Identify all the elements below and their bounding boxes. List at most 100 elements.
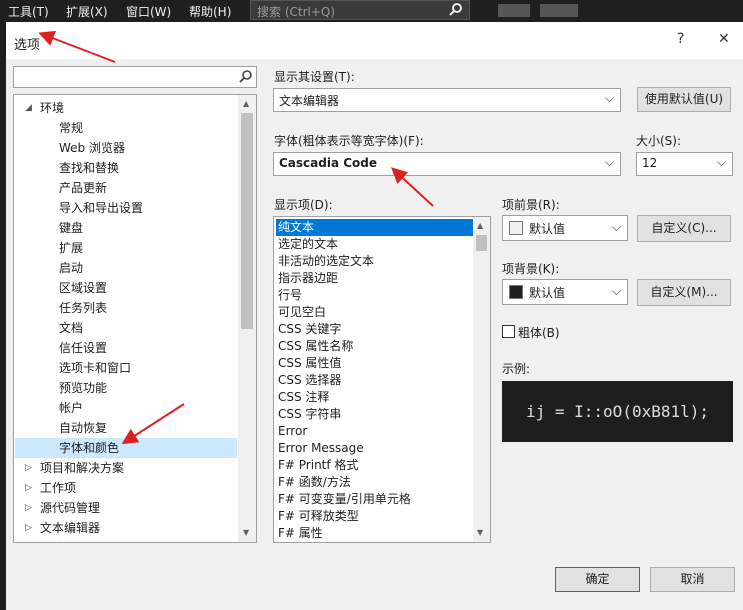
tree-item-label: 预览功能 [59, 381, 108, 395]
scroll-down-icon[interactable]: ▼ [243, 528, 249, 537]
display-item[interactable]: CSS 属性值 [276, 355, 473, 372]
cancel-button[interactable]: 取消 [650, 567, 735, 592]
tree-item[interactable]: 文档 [15, 318, 237, 338]
tree-item-label: 文档 [59, 321, 84, 335]
tree-item-label: 扩展 [59, 241, 84, 255]
tree-item[interactable]: ▷ 项目和解决方案 [15, 458, 237, 478]
foreground-value: 默认值 [529, 222, 566, 236]
tree-item[interactable]: 任务列表 [15, 298, 237, 318]
collapsed-icon[interactable]: ▷ [25, 518, 32, 538]
display-items-label: 显示项(D): [274, 198, 333, 212]
dialog-titlebar: 选项 ? ✕ [6, 22, 743, 59]
foreground-custom-button[interactable]: 自定义(C)... [637, 215, 731, 242]
display-item[interactable]: F# 属性 [276, 525, 473, 542]
tree-item-label: Web 浏览器 [59, 141, 125, 155]
tree-item[interactable]: Web 浏览器 [15, 138, 237, 158]
display-item[interactable]: 纯文本 [276, 219, 473, 236]
options-dialog: 选项 ? ✕ ◢ 环境 常规 Web 浏览器 查找和替换产品更新导入和导出设置键盘扩展启… [6, 22, 743, 610]
tree-item[interactable]: 区域设置 [15, 278, 237, 298]
display-item[interactable]: 选定的文本 [276, 236, 473, 253]
collapsed-icon[interactable]: ▷ [25, 538, 32, 542]
display-item[interactable]: 指示器边距 [276, 270, 473, 287]
menu-extensions[interactable]: 扩展(X) [66, 3, 108, 20]
chevron-down-icon: ⌵ [604, 91, 614, 105]
display-item[interactable]: 行号 [276, 287, 473, 304]
use-defaults-button[interactable]: 使用默认值(U) [637, 87, 731, 112]
tree-item-label: 源代码管理 [40, 501, 101, 515]
close-button[interactable]: ✕ [718, 31, 730, 47]
display-items-list[interactable]: 纯文本 选定的文本 非活动的选定文本 指示器边距 行号 可见空白 CSS 关键字 CSS 属性… [273, 216, 491, 543]
background-custom-button[interactable]: 自定义(M)... [637, 279, 731, 306]
tree-item[interactable]: 预览功能 [15, 378, 237, 398]
tree-item[interactable]: ▷ 源代码管理 [15, 498, 237, 518]
tree-item[interactable]: 导入和导出设置 [15, 198, 237, 218]
display-item[interactable]: Error [276, 423, 473, 440]
background-combo[interactable]: 默认值 ⌵ [502, 279, 628, 305]
tree-item[interactable]: 常规 [15, 118, 237, 138]
scroll-up-icon[interactable]: ▲ [243, 99, 249, 108]
tree-item-label: 信任设置 [59, 341, 108, 355]
global-search-input[interactable]: 搜索 (Ctrl+Q) [250, 0, 470, 20]
list-scroll-thumb[interactable] [476, 235, 487, 251]
display-item[interactable]: CSS 注释 [276, 389, 473, 406]
foreground-combo[interactable]: 默认值 ⌵ [502, 215, 628, 241]
display-item[interactable]: 可见空白 [276, 304, 473, 321]
display-item[interactable]: F# 可释放类型 [276, 508, 473, 525]
display-item[interactable]: CSS 关键字 [276, 321, 473, 338]
tree-item[interactable]: 自动恢复 [15, 418, 237, 438]
display-item[interactable]: CSS 字符串 [276, 406, 473, 423]
tree-item[interactable]: ▷ 调试 [15, 538, 237, 542]
tree-item[interactable]: 查找和替换 [15, 158, 237, 178]
tree-item-label: 查找和替换 [59, 161, 120, 175]
tree-scroll-thumb[interactable] [241, 113, 253, 329]
foreground-label: 项前景(R): [502, 198, 560, 212]
tree-scrollbar[interactable]: ▲ ▼ [238, 95, 256, 542]
tree-item[interactable]: ▷ 文本编辑器 [15, 518, 237, 538]
help-button[interactable]: ? [677, 31, 684, 47]
tree-item-label: 字体和颜色 [59, 441, 120, 455]
bold-checkbox[interactable] [502, 325, 515, 338]
tree-item-label: 导入和导出设置 [59, 201, 144, 215]
collapsed-icon[interactable]: ▷ [25, 458, 32, 478]
collapsed-icon[interactable]: ▷ [25, 498, 32, 518]
tree-item[interactable]: 选项卡和窗口 [15, 358, 237, 378]
chevron-down-icon: ⌵ [604, 155, 614, 169]
chevron-down-icon: ⌵ [611, 220, 621, 234]
collapsed-icon[interactable]: ▷ [25, 478, 32, 498]
chevron-down-icon: ⌵ [716, 155, 726, 169]
tree-item[interactable]: 键盘 [15, 218, 237, 238]
display-item[interactable]: CSS 选择器 [276, 372, 473, 389]
menu-help[interactable]: 帮助(H) [189, 3, 231, 20]
menu-tools[interactable]: 工具(T) [8, 3, 49, 20]
show-settings-label: 显示其设置(T): [274, 70, 355, 84]
tree-item[interactable]: 扩展 [15, 238, 237, 258]
tree-item[interactable]: ◢ 环境 [15, 98, 237, 118]
tree-item[interactable]: 启动 [15, 258, 237, 278]
scroll-up-icon[interactable]: ▲ [477, 221, 483, 230]
options-tree[interactable]: ◢ 环境 常规 Web 浏览器 查找和替换产品更新导入和导出设置键盘扩展启动 区域设置 任务… [13, 94, 257, 543]
display-item[interactable]: Error Message [276, 440, 473, 457]
tree-item[interactable]: 帐户 [15, 398, 237, 418]
menu-window[interactable]: 窗口(W) [126, 3, 171, 20]
expanded-icon[interactable]: ◢ [25, 98, 32, 118]
background-value: 默认值 [529, 286, 566, 300]
dialog-title: 选项 [14, 38, 41, 53]
display-item[interactable]: F# 可变变量/引用单元格 [276, 491, 473, 508]
display-item[interactable]: F# Printf 格式 [276, 457, 473, 474]
display-item[interactable]: CSS 属性名称 [276, 338, 473, 355]
show-settings-combo[interactable]: 文本编辑器 ⌵ [273, 88, 621, 112]
scroll-down-icon[interactable]: ▼ [477, 528, 483, 537]
sample-label: 示例: [502, 362, 531, 376]
size-combo[interactable]: 12 ⌵ [636, 152, 733, 176]
search-icon [449, 2, 463, 19]
tree-item[interactable]: ▷ 工作项 [15, 478, 237, 498]
list-scrollbar[interactable]: ▲ ▼ [473, 217, 490, 542]
tree-item[interactable]: 产品更新 [15, 178, 237, 198]
display-item[interactable]: F# 函数/方法 [276, 474, 473, 491]
tree-item[interactable]: 字体和颜色 [15, 438, 237, 458]
font-combo[interactable]: Cascadia Code ⌵ [273, 152, 621, 176]
display-item[interactable]: 非活动的选定文本 [276, 253, 473, 270]
tree-item[interactable]: 信任设置 [15, 338, 237, 358]
ok-button[interactable]: 确定 [555, 567, 640, 592]
options-search-input[interactable] [13, 66, 257, 88]
